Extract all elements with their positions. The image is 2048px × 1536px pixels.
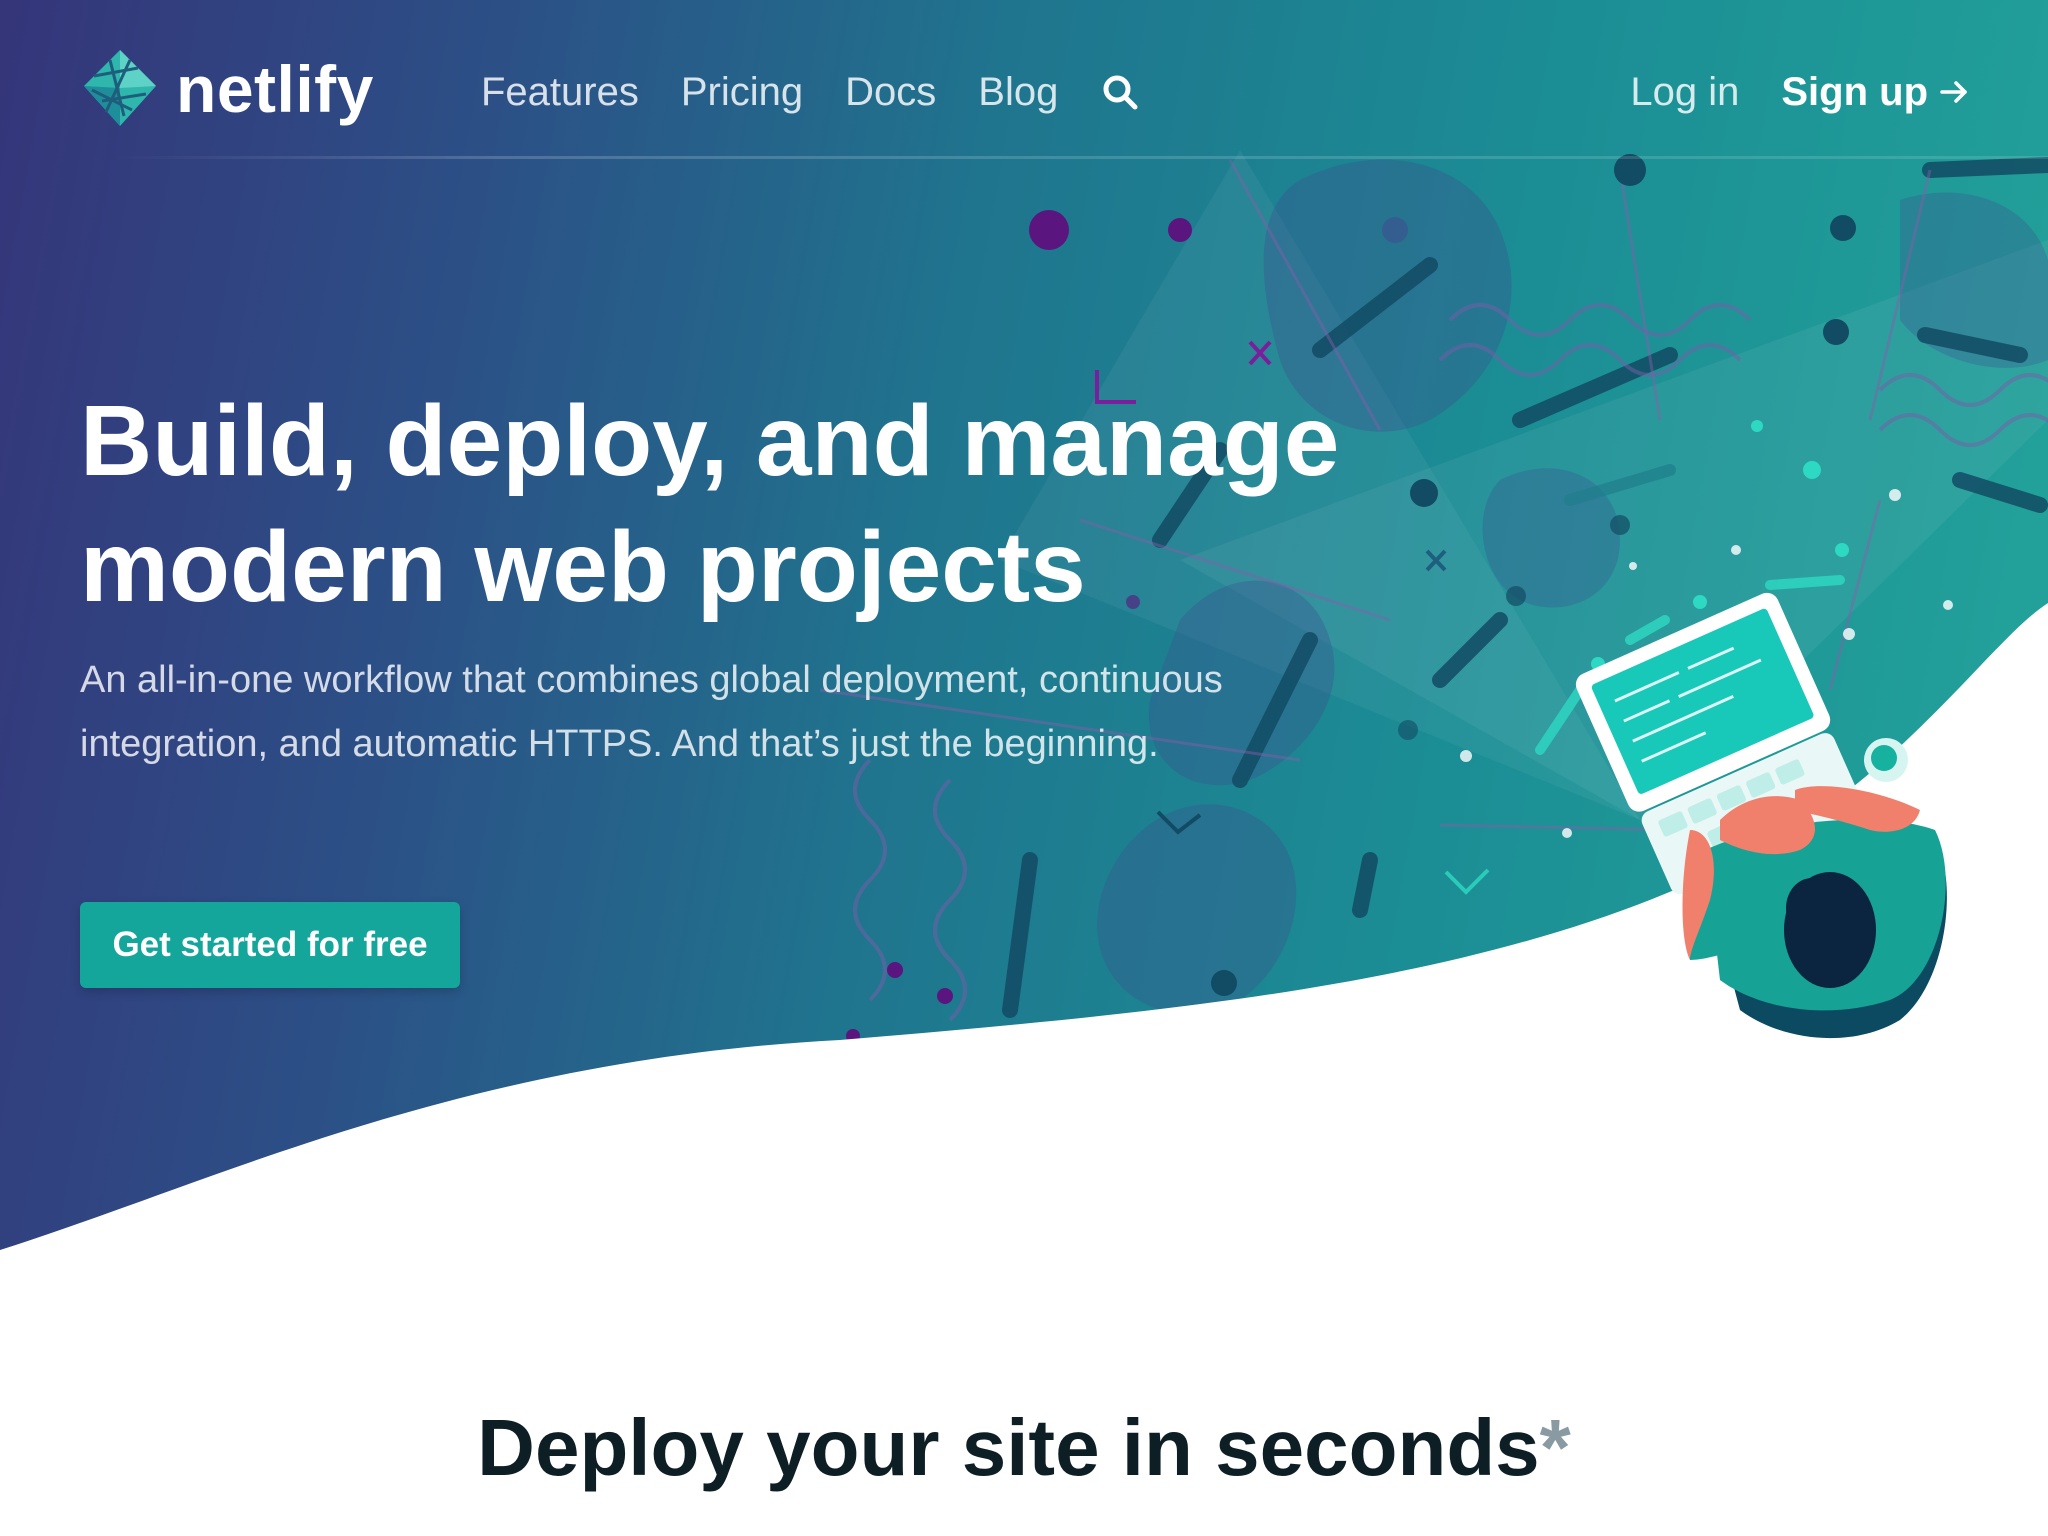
netlify-logo-icon bbox=[84, 50, 156, 126]
hero-illustration bbox=[0, 150, 2048, 1260]
section-title: Deploy your site in seconds* bbox=[0, 1400, 2048, 1496]
nav-link-pricing[interactable]: Pricing bbox=[681, 68, 803, 116]
search-icon bbox=[1103, 75, 1138, 110]
brand-logo[interactable]: netlify bbox=[80, 46, 374, 132]
page: netlify Features Pricing Docs Blog Log i… bbox=[0, 0, 2048, 1536]
hero-title: Build, deploy, and manage modern web pro… bbox=[80, 378, 1380, 630]
account-nav: Log in Sign up bbox=[1630, 68, 1970, 116]
arrow-right-icon bbox=[1940, 81, 1967, 103]
hero-title-line-1: Build, deploy, and manage bbox=[80, 385, 1340, 497]
get-started-button[interactable]: Get started for free bbox=[80, 902, 460, 988]
section-title-asterisk: * bbox=[1539, 1403, 1571, 1492]
login-link[interactable]: Log in bbox=[1630, 68, 1739, 116]
search-button[interactable] bbox=[1096, 68, 1144, 116]
hero-section: netlify Features Pricing Docs Blog Log i… bbox=[0, 0, 2048, 1260]
signup-link[interactable]: Sign up bbox=[1781, 68, 1970, 116]
signup-label: Sign up bbox=[1781, 70, 1928, 114]
hero-subtitle: An all-in-one workflow that combines glo… bbox=[80, 659, 1223, 765]
brand-name: netlify bbox=[176, 52, 374, 126]
top-navigation: netlify Features Pricing Docs Blog Log i… bbox=[0, 0, 2048, 159]
nav-link-features[interactable]: Features bbox=[481, 68, 639, 116]
primary-nav: Features Pricing Docs Blog bbox=[481, 68, 1144, 116]
hero-title-line-2: modern web projects bbox=[80, 511, 1086, 623]
nav-link-blog[interactable]: Blog bbox=[978, 68, 1058, 116]
section-title-text: Deploy your site in seconds bbox=[477, 1403, 1540, 1492]
nav-divider bbox=[112, 156, 2048, 159]
nav-link-docs[interactable]: Docs bbox=[845, 68, 936, 116]
